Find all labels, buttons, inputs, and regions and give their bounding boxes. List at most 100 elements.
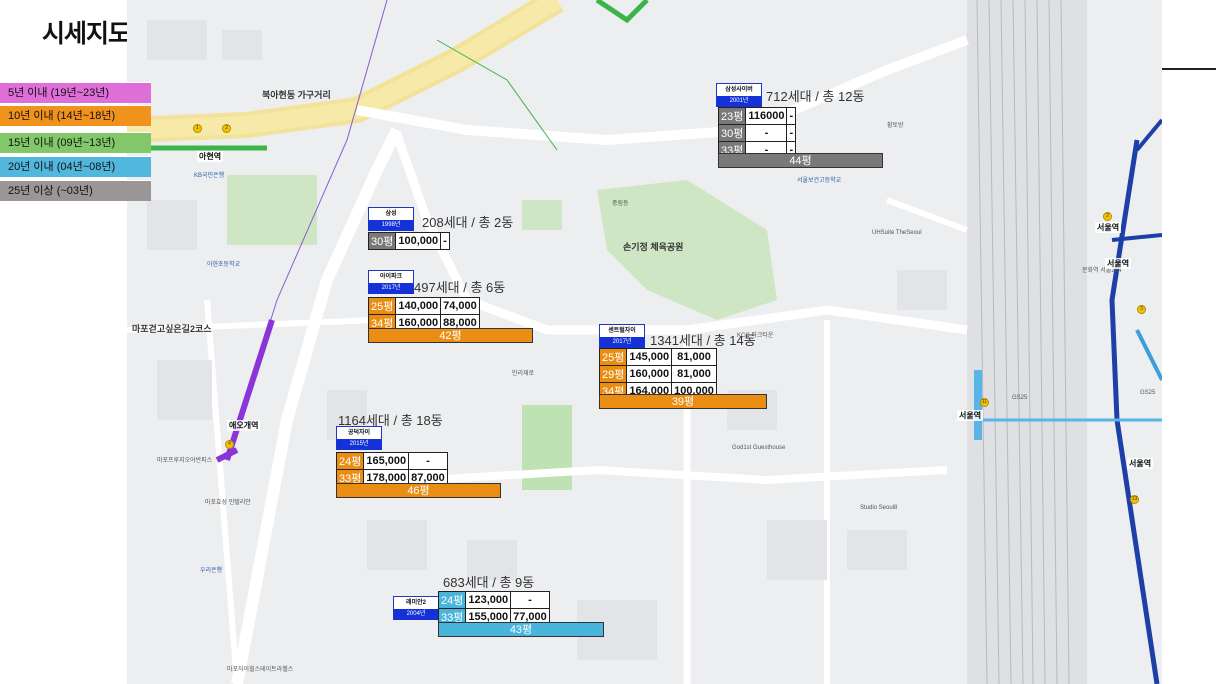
lease-price-cell: 74,000 (440, 297, 480, 315)
brand-badge: 아이파크 2017년 (368, 270, 414, 294)
total-row: 43평 (438, 622, 604, 637)
exit-pin-icon: 3 (1137, 305, 1146, 314)
exit-pin-icon: 11 (980, 398, 989, 407)
brand-year: 2001년 (717, 96, 761, 107)
legend-item-10y: 10년 이내 (14년~18년) (0, 105, 151, 126)
price-table: 25평 145,000 81,000 29평 160,000 81,000 34평 164… (598, 348, 717, 400)
lease-price-cell: - (786, 124, 797, 142)
brand-name: 삼성사이버 (725, 87, 753, 93)
unit-summary: 497세대 / 총 6동 (414, 280, 506, 295)
map-label-seoul-bosa: 서울보건고등학교 (797, 178, 842, 184)
map-label-mallijae: 만리재로 (512, 371, 535, 377)
brand-year: 2004년 (394, 609, 438, 620)
brand-name: 삼성 (385, 211, 397, 217)
brand-badge: 센트럴자이 2017년 (599, 324, 645, 348)
table-row: 30평 100,000- (367, 232, 450, 250)
size-cell: 30평 (367, 232, 397, 250)
lease-price-cell: 81,000 (671, 348, 717, 366)
unit-summary: 712세대 / 총 12동 (766, 89, 865, 104)
exit-pin-icon: 2 (222, 124, 231, 133)
lease-price-cell: - (440, 232, 450, 250)
size-cell: 30평 (717, 124, 747, 142)
brand-name: 래미안2 (406, 600, 426, 606)
lease-price-cell: 81,000 (671, 365, 717, 383)
size-cell: 23평 (717, 107, 747, 125)
table-row: 30평 - - (717, 124, 797, 142)
table-row: 29평 160,000 81,000 (598, 365, 717, 383)
unit-summary: 1164세대 / 총 18동 (338, 413, 443, 428)
station-seoul-2[interactable]: 서울역 (1105, 258, 1132, 269)
map-label-ahyeon-school: 아현초등학교 (207, 262, 241, 268)
table-row: 25평 145,000 81,000 (598, 348, 717, 366)
exit-pin-icon: 13 (1130, 495, 1139, 504)
map-label-mapo-high: 마포효성 인텔리안 (205, 500, 251, 506)
legend-item-5y: 5년 이내 (19년~23년) (0, 82, 151, 103)
size-cell: 25평 (367, 297, 397, 315)
map-label-gs25-1: GS25 (1012, 395, 1028, 401)
map-label-uri-bank: 우리은행 (200, 568, 223, 574)
station-seoul-3[interactable]: 서울역 (957, 410, 984, 421)
sale-price-cell: 145,000 (626, 348, 673, 366)
price-table: 24평 123,000- 33평 155,000 77,000 (437, 591, 550, 626)
sale-price-cell: 116000 (745, 107, 788, 125)
lease-price-cell: - (786, 107, 797, 125)
lease-price-cell: - (408, 452, 448, 470)
size-cell: 25평 (598, 348, 628, 366)
brand-year: 2017년 (600, 337, 644, 348)
station-seoul-4[interactable]: 서울역 (1127, 458, 1154, 469)
map-label-sonjeong-park: 손기정 체육공원 (623, 242, 684, 252)
total-row: 42평 (368, 328, 533, 343)
brand-year: 2015년 (337, 439, 381, 450)
brand-badge: 삼성사이버 2001년 (716, 83, 762, 107)
total-row: 46평 (336, 483, 501, 498)
map-label-mapo-walk: 마포걷고싶은길2코스 (132, 324, 212, 334)
map-label-god1st: God1st Guesthouse (732, 445, 786, 451)
exit-pin-icon: 4 (225, 440, 234, 449)
station-aeogae[interactable]: 애오개역 (227, 420, 261, 431)
total-row: 39평 (599, 394, 767, 409)
sale-price-cell: - (745, 124, 788, 142)
price-table: 23평 116000- 30평 - - 33평 - - (717, 107, 797, 159)
map-label-jungnim: 중림동 (612, 201, 629, 207)
brand-badge: 삼성 1998년 (368, 207, 414, 231)
brand-year: 2017년 (369, 283, 413, 294)
map-label-mapo-prugio: 마포프루지오어반피스 (157, 458, 213, 464)
sale-price-cell: 100,000 (395, 232, 442, 250)
price-table: 25평 140,000 74,000 34평 160,000 88,000 (367, 297, 480, 332)
map-label-gs25-2: GS25 (1140, 390, 1156, 396)
total-row: 44평 (718, 153, 883, 168)
lease-price-cell: - (510, 591, 550, 609)
map-label-hwangdoim: 황토방 (887, 123, 904, 129)
size-cell: 29평 (598, 365, 628, 383)
legend-item-25y: 25년 이상 (~03년) (0, 180, 151, 201)
map-label-uhsuite: UHSuite TheSeoul (872, 230, 922, 236)
sale-price-cell: 140,000 (395, 297, 442, 315)
size-cell: 24평 (437, 591, 467, 609)
map-label-mapo-jai: 마포자이힐스테이트라첼스 (227, 667, 294, 673)
brand-name: 아이파크 (379, 274, 403, 280)
station-ahyeon[interactable]: 아현역 (197, 151, 224, 162)
price-table: 30평 100,000- (367, 232, 450, 250)
sale-price-cell: 123,000 (465, 591, 512, 609)
unit-summary: 1341세대 / 총 14동 (650, 333, 756, 348)
brand-name: 센트럴자이 (608, 328, 636, 334)
legend-item-15y: 15년 이내 (09년~13년) (0, 132, 151, 153)
exit-pin-icon: 2 (1103, 212, 1112, 221)
legend-item-20y: 20년 이내 (04년~08년) (0, 156, 151, 177)
brand-year: 1998년 (369, 220, 413, 231)
exit-pin-icon: 1 (193, 124, 202, 133)
unit-summary: 208세대 / 총 2동 (422, 215, 514, 230)
map-label-kb-bank: KB국민은행 (194, 173, 225, 179)
brand-badge: 래미안2 2004년 (393, 596, 439, 620)
table-row: 23평 116000- (717, 107, 797, 125)
station-seoul-1[interactable]: 서울역 (1095, 222, 1122, 233)
brand-badge: 공덕자이 2015년 (336, 426, 382, 450)
table-row: 24평 165,000- (335, 452, 448, 470)
unit-summary: 683세대 / 총 9동 (443, 575, 535, 590)
map-label-bukahyeon: 북아현동 가구거리 (262, 90, 331, 100)
sale-price-cell: 165,000 (363, 452, 410, 470)
map-label-studio-seoul: Studio Seoul8 (860, 505, 898, 511)
table-row: 25평 140,000 74,000 (367, 297, 480, 315)
table-row: 24평 123,000- (437, 591, 550, 609)
sale-price-cell: 160,000 (626, 365, 673, 383)
